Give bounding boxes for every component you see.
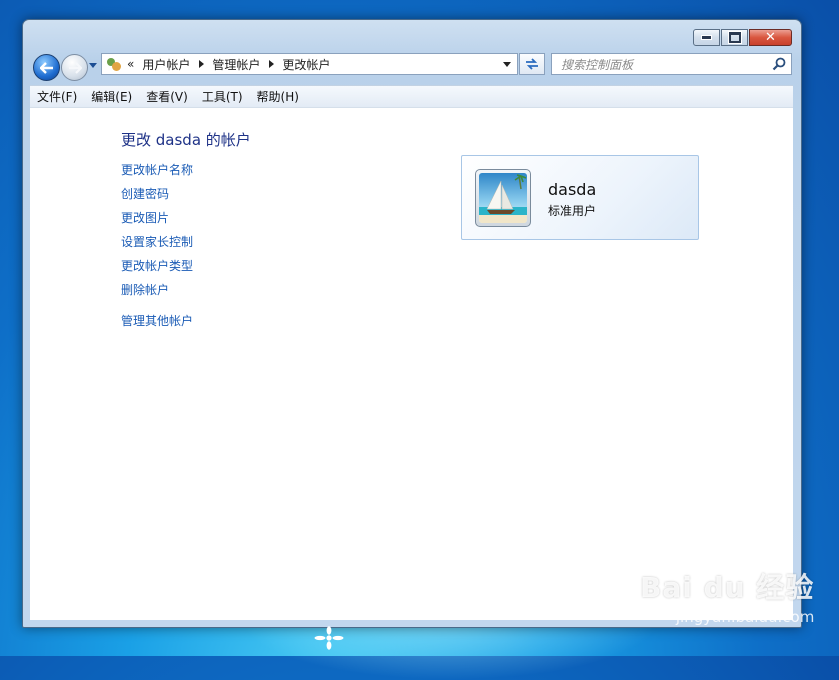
minimize-icon	[701, 35, 712, 40]
refresh-icon	[526, 58, 538, 70]
breadcrumb-user-accounts[interactable]: 用户帐户	[142, 56, 190, 73]
account-name: dasda	[548, 180, 597, 199]
user-accounts-icon	[106, 56, 122, 72]
menu-tools[interactable]: 工具(T)	[195, 88, 250, 105]
menu-view[interactable]: 查看(V)	[139, 88, 195, 105]
arrow-left-icon	[39, 61, 53, 74]
sailboat-picture-icon	[479, 173, 527, 223]
breadcrumb-manage-accounts[interactable]: 管理帐户	[212, 56, 260, 73]
breadcrumb-change-account[interactable]: 更改帐户	[282, 56, 330, 73]
search-icon[interactable]	[772, 57, 786, 71]
watermark-url: jingyan.baidu.com	[675, 608, 815, 626]
refresh-button[interactable]	[519, 53, 545, 75]
account-card: dasda 标准用户	[461, 155, 699, 240]
address-bar[interactable]: « 用户帐户 管理帐户 更改帐户	[101, 53, 518, 75]
breadcrumb-separator-icon[interactable]	[269, 60, 275, 68]
change-picture-link[interactable]: 更改图片	[121, 211, 193, 235]
search-placeholder: 搜索控制面板	[561, 57, 634, 72]
forward-button[interactable]	[61, 54, 88, 81]
baidu-watermark: Bai du 经验 jingyan.baidu.com	[640, 566, 814, 626]
caption-buttons: ✕	[692, 29, 792, 46]
close-button[interactable]: ✕	[749, 29, 792, 46]
change-account-name-link[interactable]: 更改帐户名称	[121, 163, 193, 187]
maximize-button[interactable]	[721, 29, 748, 46]
arrow-right-icon	[68, 61, 82, 74]
create-password-link[interactable]: 创建密码	[121, 187, 193, 211]
back-button[interactable]	[33, 54, 60, 81]
close-icon: ✕	[765, 30, 776, 45]
recent-pages-dropdown[interactable]	[89, 63, 97, 68]
overflow-chevron-icon[interactable]: «	[127, 57, 134, 71]
menu-edit[interactable]: 编辑(E)	[84, 88, 139, 105]
content-area: 更改 dasda 的帐户 更改帐户名称 创建密码 更改图片 设置家长控制 更改帐…	[30, 107, 793, 620]
parental-controls-link[interactable]: 设置家长控制	[121, 235, 193, 259]
account-type: 标准用户	[548, 204, 597, 218]
change-account-type-link[interactable]: 更改帐户类型	[121, 259, 193, 283]
search-box[interactable]: 搜索控制面板	[551, 53, 792, 75]
menu-help[interactable]: 帮助(H)	[250, 88, 306, 105]
control-panel-window: ✕ « 用户帐户 管理帐户 更改帐户 搜索控制面板 文件(F) 编辑(E) 查看…	[22, 19, 802, 628]
manage-other-accounts-link[interactable]: 管理其他帐户	[121, 314, 193, 338]
address-dropdown-icon[interactable]	[503, 62, 511, 67]
breadcrumb-separator-icon[interactable]	[199, 60, 205, 68]
menu-file[interactable]: 文件(F)	[30, 88, 84, 105]
task-list: 更改帐户名称 创建密码 更改图片 设置家长控制 更改帐户类型 删除帐户 管理其他…	[121, 163, 193, 338]
page-title: 更改 dasda 的帐户	[121, 131, 251, 149]
minimize-button[interactable]	[693, 29, 720, 46]
delete-account-link[interactable]: 删除帐户	[121, 283, 193, 307]
watermark-brand: Bai du 经验	[640, 571, 815, 604]
account-picture	[475, 169, 531, 227]
maximize-icon	[728, 32, 741, 43]
menu-bar: 文件(F) 编辑(E) 查看(V) 工具(T) 帮助(H)	[30, 85, 793, 107]
windows-flower-icon	[314, 626, 344, 650]
